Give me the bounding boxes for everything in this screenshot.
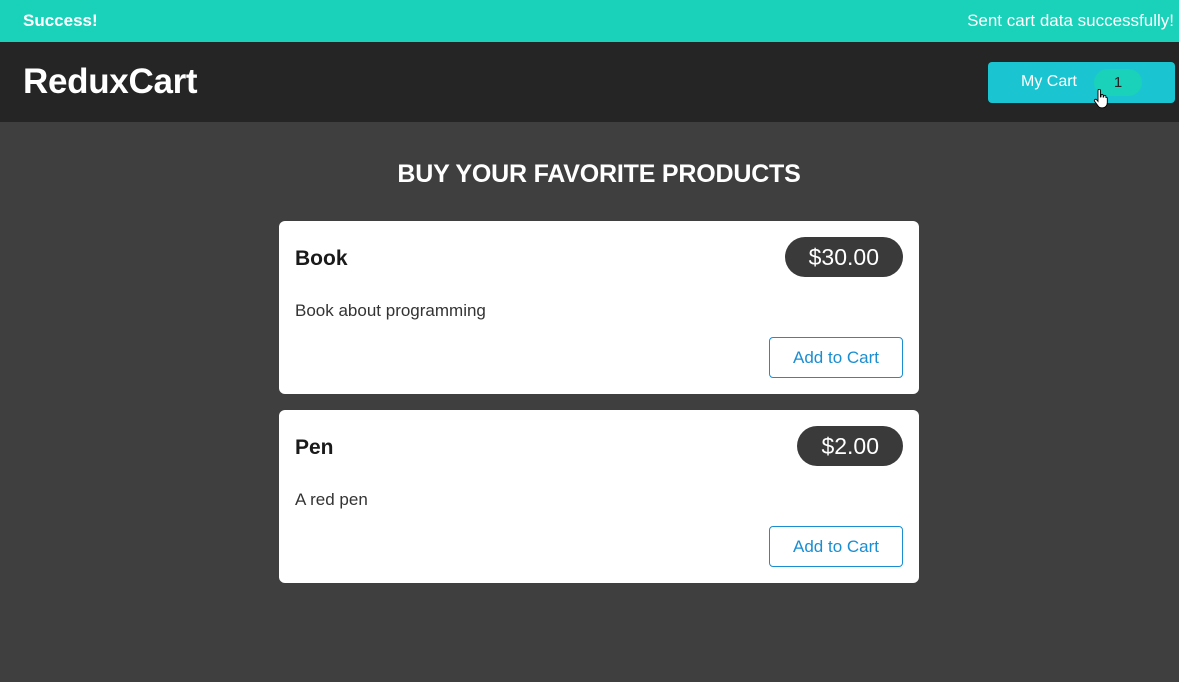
my-cart-button[interactable]: My Cart 1 bbox=[988, 61, 1175, 108]
product-description: A red pen bbox=[295, 490, 368, 509]
main-header: ReduxCart My Cart 1 bbox=[0, 42, 1179, 122]
pointer-hand-icon bbox=[1093, 88, 1108, 108]
product-card-book: Book $30.00 Book about programming Add t… bbox=[279, 221, 919, 394]
product-title: Book bbox=[295, 247, 348, 270]
notification-bar: Success! Sent cart data successfully! bbox=[0, 0, 1179, 42]
notification-message: Sent cart data successfully! bbox=[967, 11, 1174, 30]
add-to-cart-button[interactable]: Add to Cart bbox=[769, 337, 903, 378]
product-description: Book about programming bbox=[295, 301, 486, 320]
product-card-pen: Pen $2.00 A red pen Add to Cart bbox=[279, 410, 919, 583]
product-price-badge: $2.00 bbox=[797, 426, 903, 466]
cart-button-label: My Cart bbox=[1021, 73, 1077, 90]
product-price-badge: $30.00 bbox=[784, 237, 903, 277]
notification-title: Success! bbox=[23, 11, 98, 30]
products-section: BUY YOUR FAVORITE PRODUCTS Book $30.00 B… bbox=[279, 122, 919, 599]
product-title: Pen bbox=[295, 436, 334, 459]
app-logo: ReduxCart bbox=[23, 62, 198, 101]
products-heading: BUY YOUR FAVORITE PRODUCTS bbox=[397, 160, 801, 188]
add-to-cart-button[interactable]: Add to Cart bbox=[769, 526, 903, 567]
